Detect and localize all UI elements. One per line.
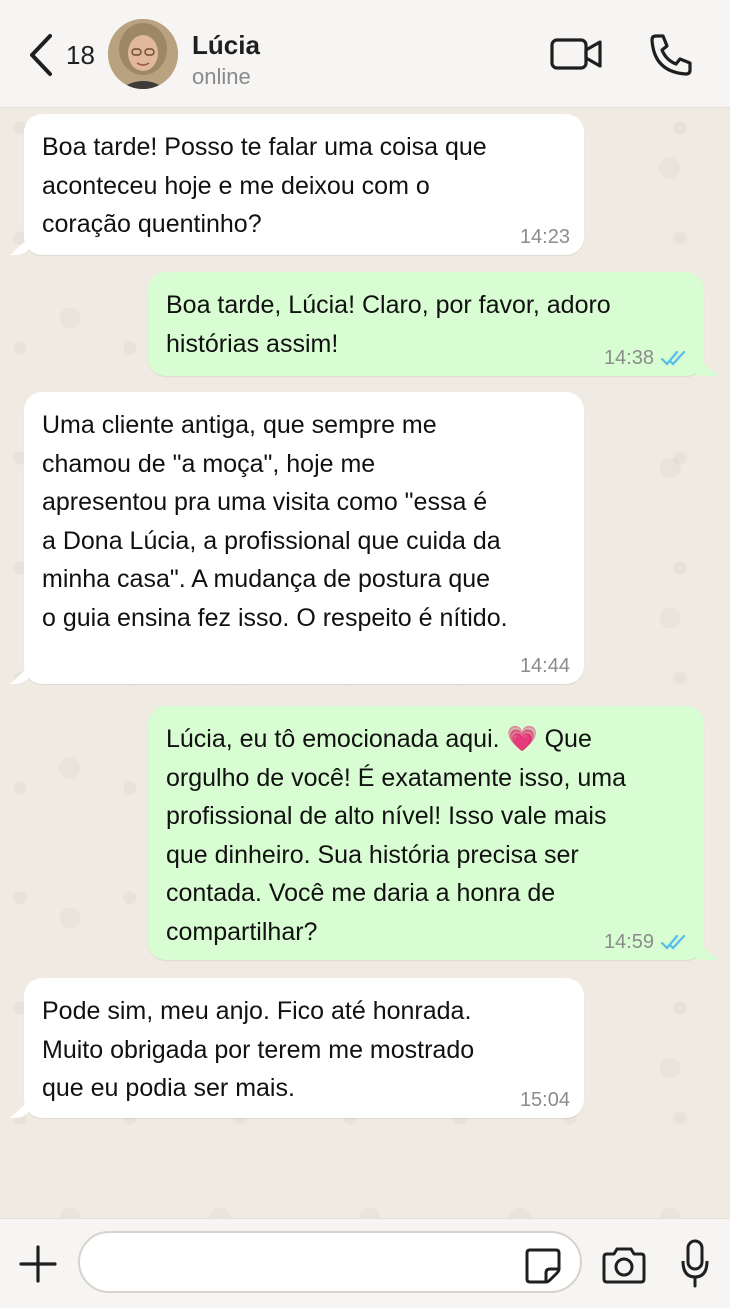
message-outgoing[interactable]: Boa tarde, Lúcia! Claro, por favor, ador… [148,272,704,376]
message-time: 14:44 [519,655,570,677]
message-line: profissional de alto nível! Isso vale ma… [166,802,607,830]
message-line: Muito obrigada por terem me mostrado [42,1035,475,1064]
read-receipt-icon [660,350,686,366]
message-line: que dinheiro. Sua história precisa ser [166,840,579,869]
video-call-icon[interactable] [550,34,604,74]
message-line: Boa tarde, Lúcia! Claro, por favor, ador… [166,291,611,319]
message-line: minha casa". A mudança de postura que [42,565,491,593]
message-line: o guia ensina fez isso. O respeito é nít… [42,603,508,632]
message-line: Lúcia, eu tô emocionada aqui. 💗 Que [166,725,592,753]
plus-icon[interactable] [18,1244,58,1284]
avatar[interactable] [108,19,178,89]
message-line: apresentou pra uma visita como "essa é [42,488,488,516]
message-incoming[interactable]: Uma cliente antiga, que sempre me chamou… [24,392,584,684]
message-line: Uma cliente antiga, que sempre me [42,411,437,439]
message-outgoing[interactable]: Lúcia, eu tô emocionada aqui. 💗 Que orgu… [148,706,704,960]
message-time: 14:38 [604,346,690,370]
read-receipt-icon [660,934,686,950]
microphone-icon[interactable] [680,1239,710,1289]
message-line: orgulho de você! É exatamente isso, uma [166,763,626,792]
message-line: a Dona Lúcia, a profissional que cuida d… [42,526,501,555]
camera-icon[interactable] [600,1245,648,1285]
chevron-left-icon[interactable] [26,32,58,78]
unread-count[interactable]: 18 [66,40,95,71]
message-line: contada. Você me daria a honra de [166,879,556,907]
message-line: coração quentinho? [42,210,262,238]
phone-icon[interactable] [646,32,694,78]
chat-header: 18 Lúcia online [0,0,730,108]
message-line: chamou de "a moça", hoje me [42,449,376,478]
contact-status: online [192,64,251,89]
message-input[interactable] [102,1233,536,1293]
message-line: aconteceu hoje e me deixou com o [42,171,430,200]
message-line: Boa tarde! Posso te falar uma coisa que [42,133,487,161]
message-input-container [78,1231,582,1293]
message-time: 14:59 [604,930,690,954]
message-line: que eu podia ser mais. [42,1074,295,1102]
message-time: 14:23 [519,226,570,248]
message-time: 15:04 [519,1089,570,1111]
message-line: Pode sim, meu anjo. Fico até honrada. [42,997,472,1025]
message-list[interactable]: Boa tarde! Posso te falar uma coisa que … [0,108,730,1218]
sticker-icon[interactable] [524,1247,562,1285]
message-incoming[interactable]: Pode sim, meu anjo. Fico até honrada. Mu… [24,978,584,1118]
composer-bar [0,1218,730,1308]
contact-name[interactable]: Lúcia [192,30,260,61]
message-incoming[interactable]: Boa tarde! Posso te falar uma coisa que … [24,114,584,255]
